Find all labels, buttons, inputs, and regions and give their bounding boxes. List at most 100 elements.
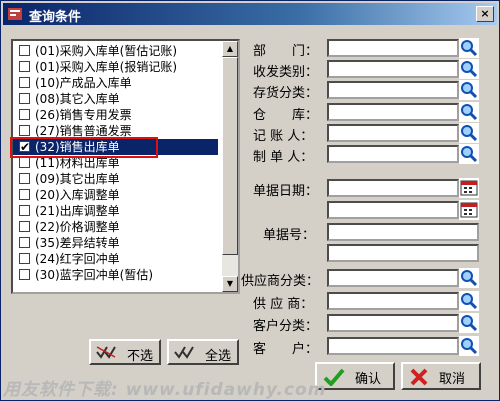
cancel-x-icon <box>410 368 428 386</box>
supplier-label: 供 应 商： <box>253 297 314 312</box>
supplier-class-label: 供应商分类： <box>241 274 320 289</box>
calendar-button[interactable] <box>459 200 479 220</box>
bookkeeper-label: 记 账 人： <box>253 129 314 144</box>
list-item-label: (26)销售专用发票 <box>35 108 132 122</box>
search-button[interactable] <box>459 59 479 79</box>
checkbox[interactable] <box>19 173 30 184</box>
app-icon <box>8 8 22 20</box>
checkbox[interactable] <box>19 77 30 88</box>
list-item[interactable]: (01)采购入库单(暂估记账) <box>13 43 218 59</box>
list-item-label: (35)差异结转单 <box>35 236 120 250</box>
checkbox[interactable] <box>19 157 30 168</box>
doc-number-label: 单据号： <box>263 228 316 243</box>
search-icon <box>461 125 478 142</box>
search-button[interactable] <box>459 80 479 100</box>
deselect-all-button[interactable]: 不选 <box>89 339 161 365</box>
document-type-list[interactable]: ▲ ▼ (01)采购入库单(暂估记账) (01)采购入库单(报销记账) (10)产成… <box>11 39 240 294</box>
list-scrollbar[interactable]: ▲ ▼ <box>222 41 238 292</box>
list-item-label: (08)其它入库单 <box>35 92 120 106</box>
inventory-class-input[interactable] <box>327 81 459 99</box>
bookkeeper-input[interactable] <box>327 124 459 142</box>
checkbox[interactable] <box>19 221 30 232</box>
customer-class-input[interactable] <box>327 314 459 332</box>
search-button[interactable] <box>459 313 479 333</box>
search-button[interactable] <box>459 123 479 143</box>
list-item[interactable]: (20)入库调整单 <box>13 187 218 203</box>
range-end-input[interactable] <box>327 244 479 262</box>
supplier-class-input[interactable] <box>327 269 459 287</box>
creator-input[interactable] <box>327 145 459 163</box>
query-dialog: 查询条件 × ▲ ▼ (01)采购入库单(暂估记账) (01)采购入库单(报销记账… <box>0 0 500 401</box>
title-bar[interactable]: 查询条件 × <box>3 3 497 25</box>
search-icon <box>461 82 478 99</box>
confirm-button[interactable]: 确认 <box>315 362 395 390</box>
department-label: 部 门： <box>253 44 319 59</box>
calendar-icon <box>460 180 478 196</box>
search-button[interactable] <box>459 268 479 288</box>
department-input[interactable] <box>327 39 459 57</box>
cancel-label: 取消 <box>439 372 466 387</box>
scroll-up-button[interactable]: ▲ <box>222 41 238 57</box>
send-receive-type-input[interactable] <box>327 60 459 78</box>
list-item[interactable]: (10)产成品入库单 <box>13 75 218 91</box>
close-button[interactable]: × <box>476 6 494 22</box>
doc-number-input[interactable] <box>327 223 479 241</box>
select-all-icon <box>174 346 194 359</box>
checkbox[interactable] <box>19 189 30 200</box>
checkbox[interactable] <box>19 45 30 56</box>
list-item[interactable]: (30)蓝字回冲单(暂估) <box>13 267 218 283</box>
customer-label: 客 户： <box>253 342 319 357</box>
highlight-box <box>10 137 158 158</box>
scroll-down-button[interactable]: ▼ <box>222 276 238 292</box>
calendar-icon <box>460 202 478 218</box>
warehouse-input[interactable] <box>327 103 459 121</box>
deselect-all-label: 不选 <box>127 349 154 364</box>
select-all-button[interactable]: 全选 <box>167 339 239 365</box>
list-item[interactable]: (35)差异结转单 <box>13 235 218 251</box>
checkbox[interactable] <box>19 205 30 216</box>
search-icon <box>461 293 478 310</box>
range-end-input[interactable] <box>327 201 459 219</box>
list-item-label: (01)采购入库单(报销记账) <box>35 60 177 74</box>
select-all-label: 全选 <box>205 349 232 364</box>
doc-date-label: 单据日期： <box>253 184 319 199</box>
list-item[interactable]: (24)红字回冲单 <box>13 251 218 267</box>
supplier-input[interactable] <box>327 292 459 310</box>
confirm-label: 确认 <box>355 372 382 387</box>
list-item-label: (24)红字回冲单 <box>35 252 120 266</box>
list-item-label: (01)采购入库单(暂估记账) <box>35 44 177 58</box>
search-icon <box>461 104 478 121</box>
checkbox[interactable] <box>19 253 30 264</box>
search-icon <box>461 146 478 163</box>
search-button[interactable] <box>459 336 479 356</box>
list-item[interactable]: (09)其它出库单 <box>13 171 218 187</box>
list-item-label: (20)入库调整单 <box>35 188 120 202</box>
list-item[interactable]: (22)价格调整单 <box>13 219 218 235</box>
list-item-label: (22)价格调整单 <box>35 220 120 234</box>
list-item[interactable]: (01)采购入库单(报销记账) <box>13 59 218 75</box>
close-icon: × <box>480 7 490 20</box>
list-item-label: (10)产成品入库单 <box>35 76 132 90</box>
scroll-thumb[interactable] <box>222 57 238 255</box>
search-button[interactable] <box>459 144 479 164</box>
search-button[interactable] <box>459 102 479 122</box>
search-icon <box>461 40 478 57</box>
cancel-button[interactable]: 取消 <box>401 362 481 390</box>
checkbox[interactable] <box>19 269 30 280</box>
customer-input[interactable] <box>327 337 459 355</box>
list-item[interactable]: (21)出库调整单 <box>13 203 218 219</box>
list-item[interactable]: (26)销售专用发票 <box>13 107 218 123</box>
search-icon <box>461 270 478 287</box>
doc-date-input[interactable] <box>327 179 459 197</box>
checkbox[interactable] <box>19 109 30 120</box>
checkbox[interactable] <box>19 93 30 104</box>
search-button[interactable] <box>459 38 479 58</box>
checkbox[interactable] <box>19 237 30 248</box>
checkbox[interactable] <box>19 125 30 136</box>
checkbox[interactable] <box>19 61 30 72</box>
window-title: 查询条件 <box>29 10 82 25</box>
search-icon <box>461 338 478 355</box>
calendar-button[interactable] <box>459 178 479 198</box>
search-button[interactable] <box>459 291 479 311</box>
list-item[interactable]: (08)其它入库单 <box>13 91 218 107</box>
